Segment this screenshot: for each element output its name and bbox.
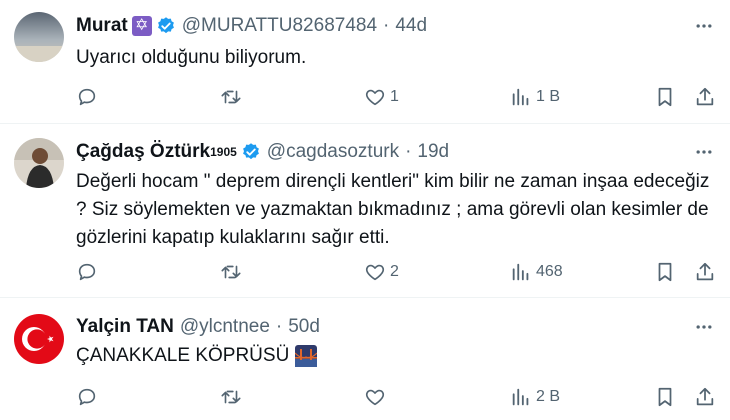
user-name[interactable]: Murat	[76, 15, 128, 37]
reply-button[interactable]	[76, 257, 102, 287]
like-button[interactable]: 2	[364, 257, 399, 287]
tweet-text-line: Uyarıcı olduğunu biliyorum.	[76, 47, 307, 68]
bookmark-icon	[654, 386, 676, 408]
avatar[interactable]	[14, 314, 64, 364]
views-button[interactable]: 1 B	[510, 82, 560, 112]
verified-badge-icon	[156, 16, 176, 36]
views-count: 2 B	[536, 388, 561, 405]
tweet-text: ÇANAKKALE KÖPRÜSÜ	[76, 342, 716, 370]
share-button[interactable]	[694, 382, 716, 412]
tweet[interactable]: Çağdaş Öztürk 1905 @cagdasozturk · 19d D…	[0, 124, 730, 298]
heart-icon	[364, 261, 386, 283]
avatar[interactable]	[14, 12, 64, 62]
views-icon	[510, 261, 532, 283]
reply-icon	[76, 261, 98, 283]
timestamp[interactable]: 50d	[288, 316, 320, 338]
user-name[interactable]: Yalçin TAN	[76, 316, 174, 338]
views-icon	[510, 86, 532, 108]
reply-button[interactable]	[76, 382, 102, 412]
bookmark-button[interactable]	[654, 382, 676, 412]
reply-icon	[76, 86, 98, 108]
user-name-superscript: 1905	[210, 145, 237, 159]
views-count: 468	[536, 263, 563, 280]
bookmark-button[interactable]	[654, 82, 676, 112]
tweet-text-line: gözlerini kapatıp kulaklarını sağır etti…	[76, 227, 390, 248]
retweet-icon	[220, 86, 242, 108]
heart-icon	[364, 86, 386, 108]
tweet-actions: 2 468	[70, 257, 720, 287]
avatar[interactable]	[14, 138, 64, 188]
timestamp[interactable]: 19d	[417, 141, 449, 163]
retweet-icon	[220, 386, 242, 408]
tweet-text-line: Değerli hocam " deprem dirençli kentleri…	[76, 171, 710, 192]
retweet-button[interactable]	[220, 257, 246, 287]
tweet-actions: 2 B	[70, 382, 720, 412]
more-icon[interactable]	[692, 315, 716, 339]
views-button[interactable]: 2 B	[510, 382, 560, 412]
share-button[interactable]	[694, 82, 716, 112]
verified-badge-icon	[241, 142, 261, 162]
like-button[interactable]	[364, 382, 390, 412]
heart-icon	[364, 386, 386, 408]
user-handle[interactable]: @ylcntnee	[180, 316, 270, 338]
bookmark-button[interactable]	[654, 257, 676, 287]
tweet-text-line: ? Siz söylemekten ve yazmaktan bıkmadını…	[76, 199, 709, 220]
bridge-emoji-icon	[295, 345, 318, 367]
share-icon	[694, 261, 716, 283]
like-count: 1	[390, 88, 399, 105]
user-name[interactable]: Çağdaş Öztürk	[76, 141, 210, 163]
tweet[interactable]: Yalçin TAN @ylcntnee · 50d ÇANAKKALE KÖP…	[0, 298, 730, 420]
bookmark-icon	[654, 261, 676, 283]
reply-button[interactable]	[76, 82, 102, 112]
more-icon[interactable]	[692, 14, 716, 38]
separator-dot: ·	[275, 316, 283, 337]
tweet-actions: 1 1 B	[70, 82, 720, 112]
tweet[interactable]: Murat ✡ @MURATTU82687484 · 44d Uyarıcı o…	[0, 0, 730, 124]
user-handle[interactable]: @MURATTU82687484	[182, 15, 377, 37]
share-icon	[694, 86, 716, 108]
tweet-text: Uyarıcı olduğunu biliyorum.	[76, 44, 716, 72]
like-count: 2	[390, 263, 399, 280]
share-button[interactable]	[694, 257, 716, 287]
retweet-button[interactable]	[220, 382, 246, 412]
user-handle[interactable]: @cagdasozturk	[267, 141, 399, 163]
bookmark-icon	[654, 86, 676, 108]
views-button[interactable]: 468	[510, 257, 563, 287]
tweet-text: Değerli hocam " deprem dirençli kentleri…	[76, 168, 716, 252]
separator-dot: ·	[405, 141, 412, 162]
retweet-icon	[220, 261, 242, 283]
separator-dot: ·	[383, 15, 390, 36]
more-icon[interactable]	[692, 140, 716, 164]
reply-icon	[76, 386, 98, 408]
star-of-david-icon: ✡	[131, 16, 152, 36]
tweet-text-line: ÇANAKKALE KÖPRÜSÜ	[76, 345, 290, 366]
views-icon	[510, 386, 532, 408]
share-icon	[694, 386, 716, 408]
retweet-button[interactable]	[220, 82, 246, 112]
timestamp[interactable]: 44d	[395, 15, 427, 37]
views-count: 1 B	[536, 88, 561, 105]
like-button[interactable]: 1	[364, 82, 399, 112]
